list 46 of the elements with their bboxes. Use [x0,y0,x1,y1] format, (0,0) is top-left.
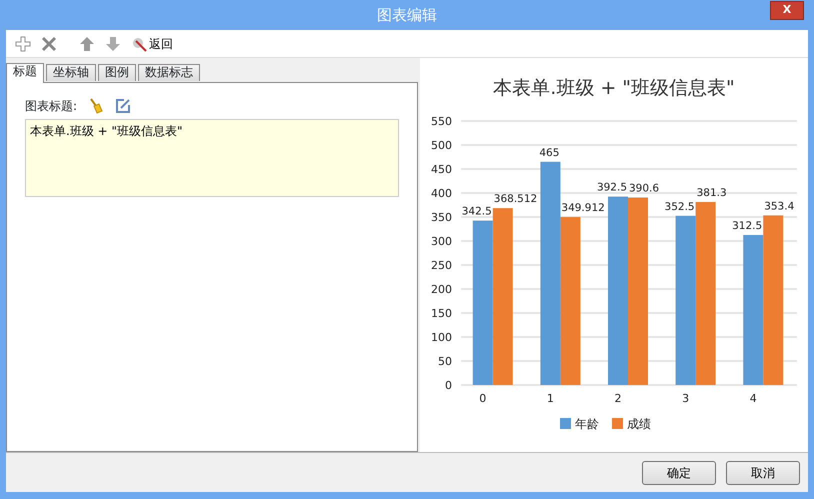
x-axis-label: 1 [546,392,554,405]
back-button[interactable]: 返回 [128,34,176,52]
close-button[interactable]: X [770,1,804,20]
chart-title: 本表单.班级 + "班级信息表" [493,77,735,99]
x-axis-label: 2 [614,392,622,405]
y-axis-label: 350 [431,211,452,224]
ok-button[interactable]: 确定 [642,460,716,484]
data-label: 392.5 [596,182,627,194]
window-title: 图表编辑 [377,4,437,26]
tab[interactable]: 数据标志 [138,64,200,81]
wand-icon [131,36,147,52]
data-label: 342.5 [462,206,492,218]
legend-swatch [612,418,623,429]
x-axis-label: 0 [479,392,486,405]
x-axis-label: 3 [682,392,690,405]
legend-label: 年龄 [575,417,599,431]
broom-icon[interactable] [89,98,104,114]
edit-icon[interactable] [115,98,132,114]
cancel-button[interactable]: 取消 [726,460,800,484]
chart-title-field[interactable]: 本表单.班级 + "班级信息表" [25,119,399,197]
data-label: 352.5 [664,200,695,213]
y-axis-label: 300 [431,235,452,248]
tab[interactable]: 图例 [98,64,136,81]
data-label: 312.5 [732,220,762,232]
tab[interactable]: 坐标轴 [46,64,96,81]
data-label: 390.6 [629,182,660,194]
data-label: 381.3 [696,186,727,199]
y-axis-label: 450 [431,163,452,176]
y-axis-label: 250 [431,259,452,272]
y-axis-label: 150 [431,307,452,320]
legend-swatch [560,418,571,429]
data-label: 368.512 [494,193,538,206]
tab[interactable]: 标题 [6,63,44,83]
y-axis-label: 0 [445,379,452,392]
y-axis-label: 100 [431,331,452,344]
y-axis-label: 500 [431,139,452,152]
field-label: 图表标题: [25,98,78,115]
data-label: 349.912 [561,202,605,214]
data-label: 465 [539,146,560,159]
x-axis-label: 4 [750,392,757,405]
y-axis-label: 50 [438,355,452,368]
y-axis-label: 400 [431,187,452,200]
data-label: 353.4 [764,200,794,212]
legend-label: 成绩 [627,417,651,431]
y-axis-label: 550 [431,115,452,128]
y-axis-label: 200 [431,283,452,296]
